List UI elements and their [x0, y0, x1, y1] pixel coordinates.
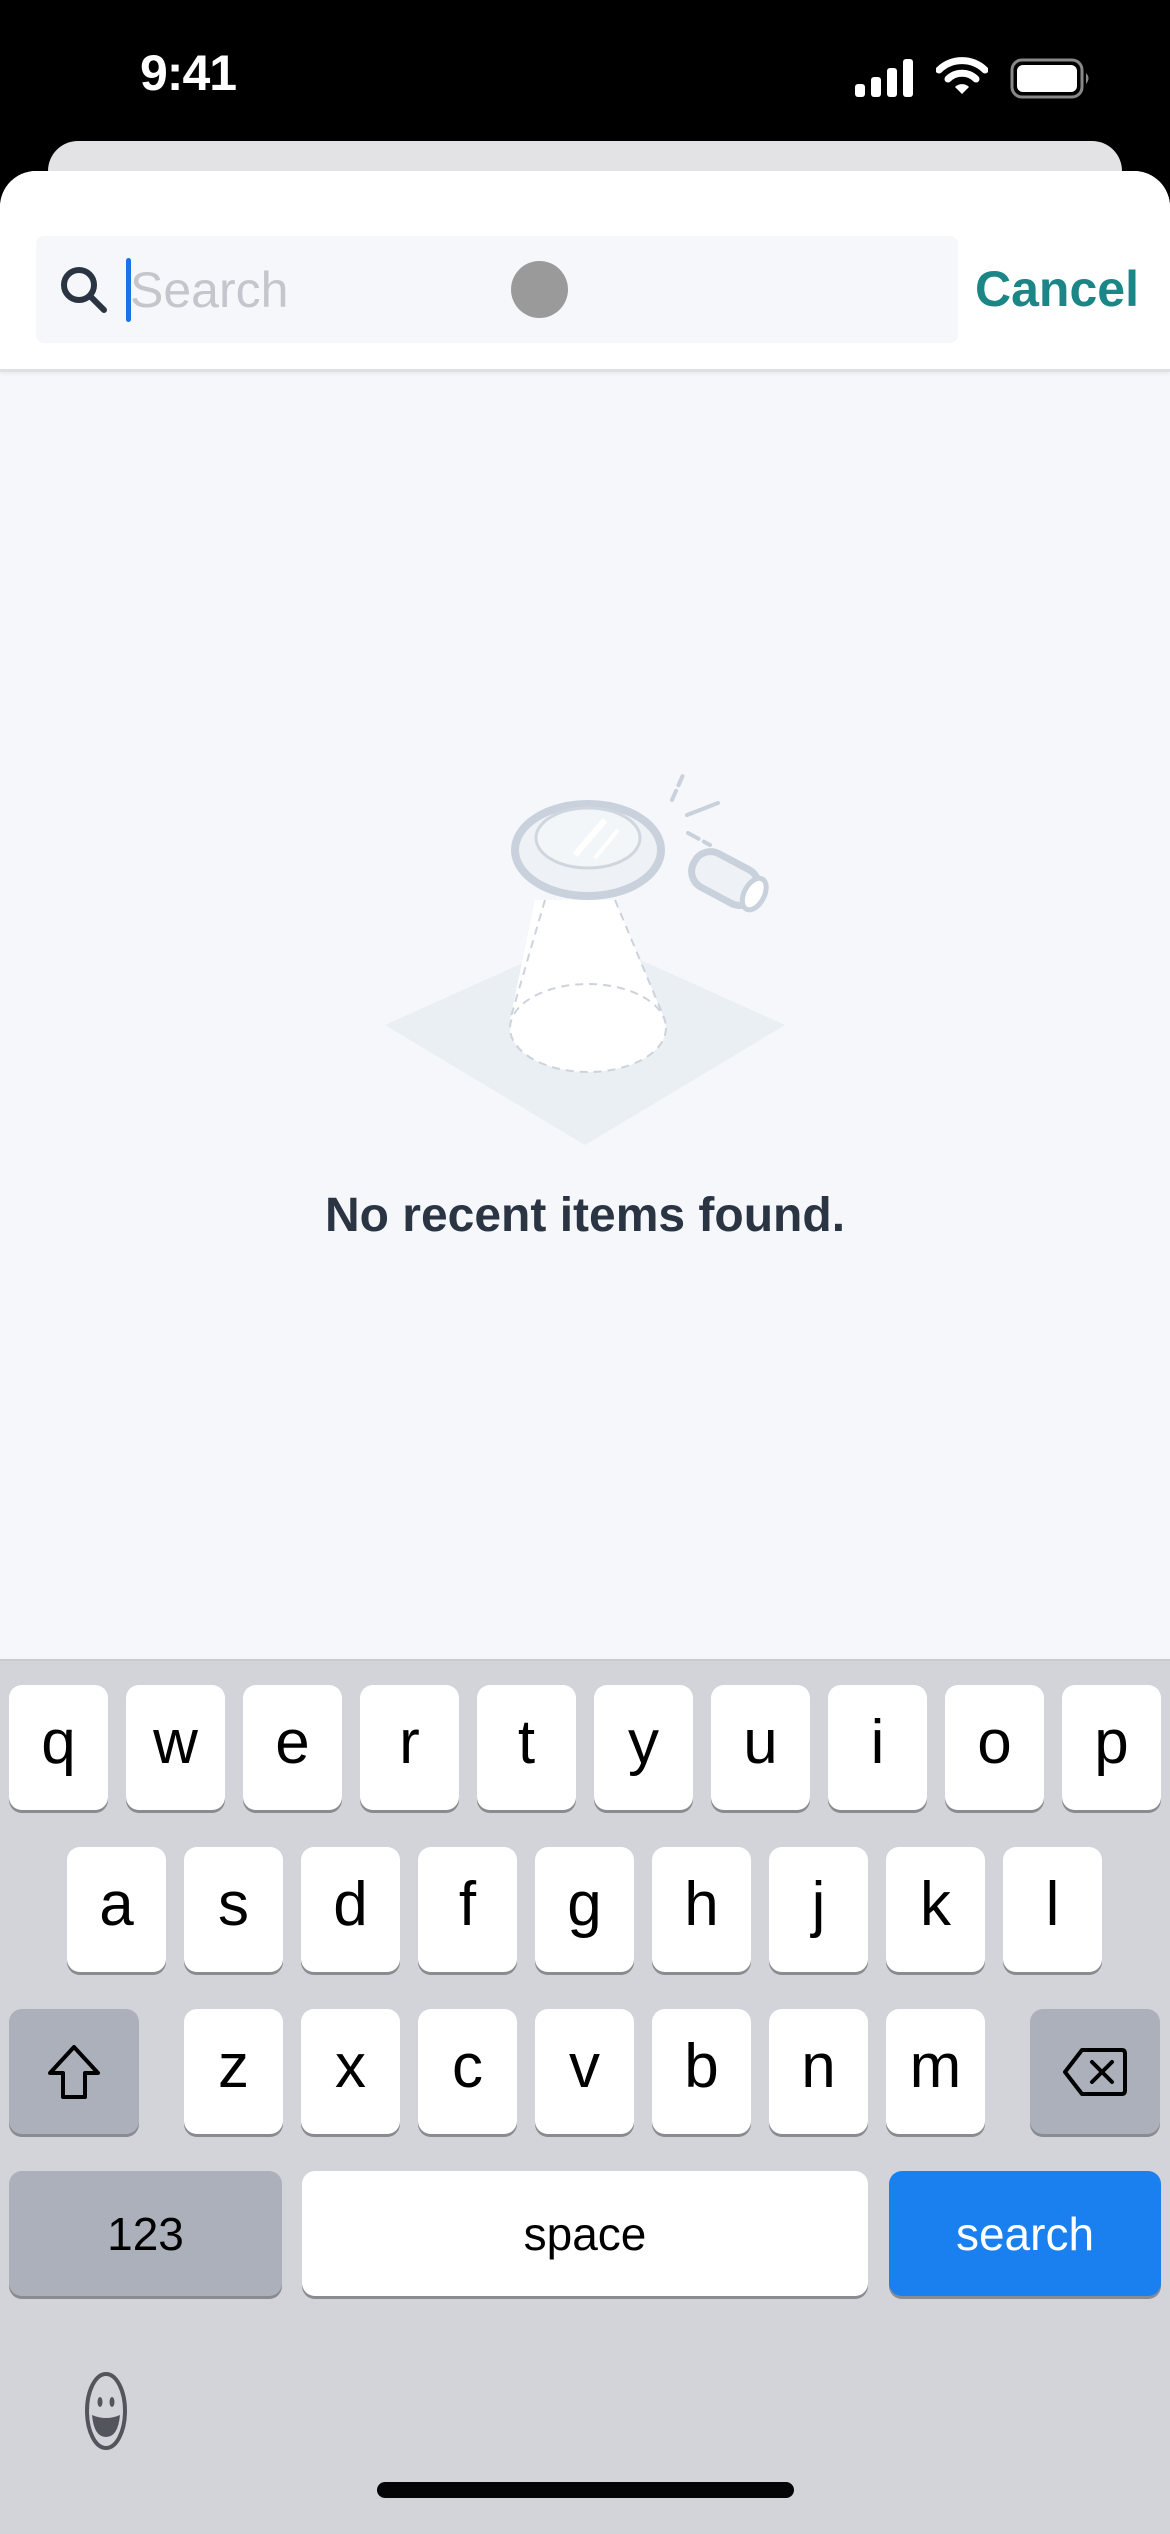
key-s[interactable]: s [184, 1847, 283, 1972]
key-t[interactable]: t [477, 1685, 576, 1810]
key-a[interactable]: a [67, 1847, 166, 1972]
key-h[interactable]: h [652, 1847, 751, 1972]
keyboard: qwertyuiop asdfghjkl zxcvbnm 123 space s… [0, 1659, 1170, 2534]
search-header: Search Cancel [0, 171, 1170, 372]
home-indicator [377, 2482, 794, 2498]
magnifying-glass-spotlight-icon [385, 773, 785, 1145]
shift-icon [48, 2044, 100, 2099]
wifi-icon [936, 57, 988, 94]
key-b[interactable]: b [652, 2009, 751, 2134]
empty-state-message: No recent items found. [324, 1189, 846, 1242]
key-y[interactable]: y [594, 1685, 693, 1810]
touch-indicator [511, 261, 568, 318]
key-c[interactable]: c [418, 2009, 517, 2134]
key-g[interactable]: g [535, 1847, 634, 1972]
key-d[interactable]: d [301, 1847, 400, 1972]
key-m[interactable]: m [886, 2009, 985, 2134]
cellular-signal-icon [855, 59, 913, 97]
key-w[interactable]: w [126, 1685, 225, 1810]
key-v[interactable]: v [535, 2009, 634, 2134]
space-key[interactable]: space [302, 2171, 868, 2296]
key-z[interactable]: z [184, 2009, 283, 2134]
key-f[interactable]: f [418, 1847, 517, 1972]
key-x[interactable]: x [301, 2009, 400, 2134]
search-input[interactable]: Search [36, 236, 958, 343]
search-return-key[interactable]: search [889, 2171, 1161, 2296]
delete-key[interactable] [1030, 2009, 1160, 2134]
key-q[interactable]: q [9, 1685, 108, 1810]
key-n[interactable]: n [769, 2009, 868, 2134]
key-p[interactable]: p [1062, 1685, 1161, 1810]
delete-backspace-icon [1063, 2047, 1127, 2096]
emoji-icon[interactable] [84, 2371, 128, 2451]
cancel-button[interactable]: Cancel [975, 259, 1139, 319]
key-j[interactable]: j [769, 1847, 868, 1972]
search-placeholder: Search [130, 262, 289, 318]
key-l[interactable]: l [1003, 1847, 1102, 1972]
key-u[interactable]: u [711, 1685, 810, 1810]
key-r[interactable]: r [360, 1685, 459, 1810]
search-icon [61, 267, 107, 313]
numbers-key[interactable]: 123 [9, 2171, 282, 2296]
status-time: 9:41 [140, 45, 237, 101]
key-e[interactable]: e [243, 1685, 342, 1810]
shift-key[interactable] [9, 2009, 139, 2134]
key-o[interactable]: o [945, 1685, 1044, 1810]
key-k[interactable]: k [886, 1847, 985, 1972]
battery-icon [1010, 58, 1089, 99]
key-i[interactable]: i [828, 1685, 927, 1810]
